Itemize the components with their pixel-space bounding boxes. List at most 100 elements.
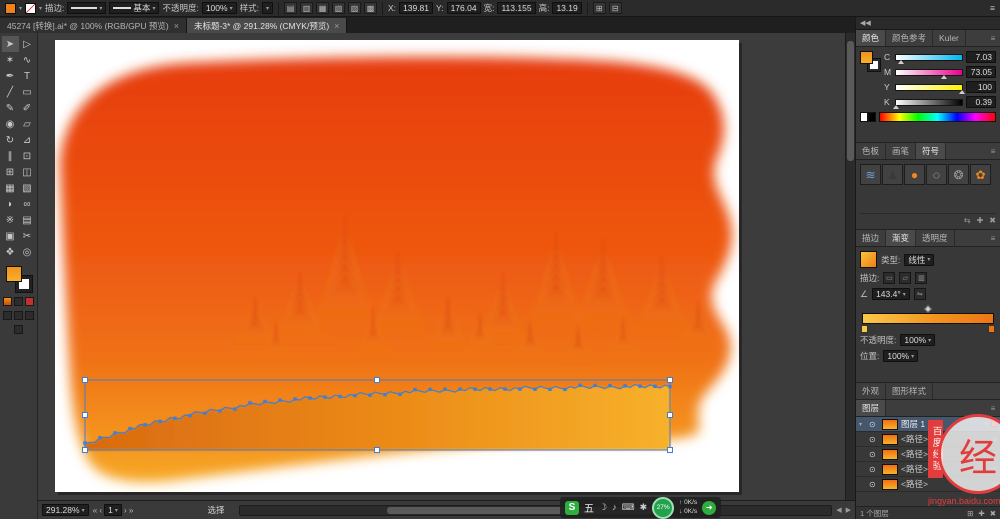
collapse-dock-button[interactable]: ◀◀ (860, 19, 871, 27)
gradient-tool[interactable]: ▧ (19, 180, 36, 196)
visibility-icon[interactable]: ⊙ (869, 435, 879, 444)
keyboard-icon[interactable]: ⌨ (622, 502, 635, 513)
white-swatch[interactable] (860, 112, 868, 122)
appearance-tab-1[interactable]: 图形样式 (886, 383, 934, 399)
channel-slider[interactable] (895, 83, 965, 94)
mesh-tool[interactable]: ▦ (2, 180, 19, 196)
canvas-area[interactable] (38, 33, 845, 500)
expander-icon[interactable]: ▾ (859, 421, 866, 428)
symbol-ring[interactable]: ◌ (926, 164, 947, 185)
progress-indicator[interactable]: 27% (652, 496, 675, 519)
gradient-bar[interactable] (862, 313, 994, 324)
document-tab-2[interactable]: 未标题-3* @ 291.28% (CMYK/预览) × (186, 18, 348, 33)
color-spectrum[interactable] (879, 112, 996, 122)
grad-tab-2[interactable]: 透明度 (916, 230, 955, 246)
none-button[interactable] (25, 297, 34, 306)
visibility-icon[interactable]: ⊙ (869, 450, 879, 459)
zoom-tool[interactable]: ◎ (19, 244, 36, 260)
color-tab-1[interactable]: 颜色参考 (886, 30, 934, 46)
moon-icon[interactable]: ☽ (599, 502, 607, 513)
channel-slider[interactable] (893, 98, 963, 109)
draw-inside-mode[interactable] (25, 311, 34, 320)
grad-tab-1[interactable]: 渐变 (886, 230, 917, 246)
transform-icon[interactable]: ⊞ (592, 2, 606, 14)
scroll-right-arrow[interactable]: ▶ (846, 506, 851, 514)
fill-dropdown-arrow[interactable]: ▾ (19, 5, 22, 12)
color-tab-0[interactable]: 颜色 (856, 30, 887, 46)
width-tool[interactable]: ∥ (2, 148, 19, 164)
last-artboard-button[interactable]: » (129, 505, 134, 515)
draw-normal-mode[interactable] (3, 311, 12, 320)
rotate-tool[interactable]: ↻ (2, 132, 19, 148)
panel-menu-icon[interactable]: ≡ (990, 3, 995, 13)
fill-proxy[interactable] (860, 51, 873, 64)
x-input[interactable]: 139.81 (399, 2, 434, 14)
next-artboard-button[interactable]: › (124, 505, 127, 515)
document-tab-1[interactable]: 45274 [转换].ai* @ 100% (RGB/GPU 预览) × (0, 18, 187, 33)
settings-icon[interactable]: ✱ (640, 502, 648, 513)
artboard-tool[interactable]: ▣ (2, 228, 19, 244)
align-right-icon[interactable]: ▦ (315, 2, 329, 14)
stroke-width-select[interactable]: ▾ (67, 2, 107, 14)
black-swatch[interactable] (868, 112, 876, 122)
swatch-tab-0[interactable]: 色板 (856, 143, 887, 159)
channel-value[interactable]: 7.03 (966, 51, 996, 63)
stroke-dropdown-arrow[interactable]: ▾ (39, 5, 42, 12)
symbol-link-icon[interactable]: ⇆ (964, 216, 971, 225)
slider-thumb[interactable] (941, 74, 948, 79)
visibility-icon[interactable]: ⊙ (869, 420, 879, 429)
column-graph-tool[interactable]: ▤ (19, 212, 36, 228)
lasso-tool[interactable]: ∿ (19, 52, 36, 68)
paintbrush-tool[interactable]: ✎ (2, 100, 19, 116)
blob-brush-tool[interactable]: ◉ (2, 116, 19, 132)
style-select[interactable]: ▾ (261, 2, 273, 14)
type-tool[interactable]: T (19, 68, 36, 84)
slice-tool[interactable]: ✂ (19, 228, 36, 244)
scale-tool[interactable]: ⊿ (19, 132, 36, 148)
shape-builder-tool[interactable]: ⊞ (2, 164, 19, 180)
visibility-icon[interactable]: ⊙ (869, 465, 879, 474)
pen-tool[interactable]: ✒ (2, 68, 19, 84)
symbol-flower[interactable]: ✿ (970, 164, 991, 185)
magic-wand-tool[interactable]: ✶ (2, 52, 19, 68)
symbol-figure[interactable]: ♟ (882, 164, 903, 185)
hand-tool[interactable]: ❖ (2, 244, 19, 260)
recorder-logo[interactable]: S (565, 500, 579, 515)
width-input[interactable]: 113.155 (497, 2, 536, 14)
color-panel-menu-icon[interactable]: ≡ (986, 30, 1000, 46)
zoom-select[interactable]: 291.28% ▾ (42, 504, 89, 516)
stroke-within-icon[interactable]: ▭ (883, 272, 896, 284)
vertical-scroll-thumb[interactable] (847, 41, 854, 161)
prev-artboard-button[interactable]: ‹ (99, 505, 102, 515)
input-method-indicator[interactable]: 五 (584, 500, 594, 515)
symbol-orange-dot[interactable]: ● (904, 164, 925, 185)
scroll-left-arrow[interactable]: ◀ (836, 506, 841, 514)
symbol-delete-icon[interactable]: ✖ (989, 216, 996, 225)
gradient-opacity-select[interactable]: 100% ▾ (900, 334, 936, 346)
opacity-select[interactable]: 100% ▾ (201, 2, 237, 14)
color-fill-stroke-proxy[interactable] (860, 51, 881, 72)
height-input[interactable]: 13.19 (552, 2, 582, 14)
eyedropper-tool[interactable]: ◗ (2, 196, 19, 212)
gradient-stop-left[interactable] (861, 325, 868, 333)
fill-proxy[interactable] (5, 266, 22, 282)
fill-stroke-widget[interactable] (5, 266, 33, 293)
appearance-tab-0[interactable]: 外观 (856, 383, 887, 399)
music-icon[interactable]: ♪ (612, 502, 617, 513)
stroke-color-swatch[interactable] (25, 2, 37, 14)
channel-value[interactable]: 100 (966, 81, 996, 93)
align-left-icon[interactable]: ▤ (283, 2, 297, 14)
gradient-stop-right[interactable] (988, 325, 995, 333)
first-artboard-button[interactable]: « (93, 505, 98, 515)
color-tab-2[interactable]: Kuler (933, 30, 966, 46)
channel-value[interactable]: 0.39 (966, 96, 996, 108)
align-center-icon[interactable]: ▥ (299, 2, 313, 14)
screen-mode-button[interactable] (14, 325, 23, 334)
slider-thumb[interactable] (897, 59, 904, 64)
gradient-location-select[interactable]: 100% ▾ (883, 350, 919, 362)
align-bottom-icon[interactable]: ▩ (363, 2, 377, 14)
draw-behind-mode[interactable] (14, 311, 23, 320)
tab-close-icon[interactable]: × (334, 21, 339, 31)
gradient-type-select[interactable]: 线性 ▾ (904, 253, 935, 266)
artboard-select[interactable]: 1 ▾ (104, 504, 122, 516)
